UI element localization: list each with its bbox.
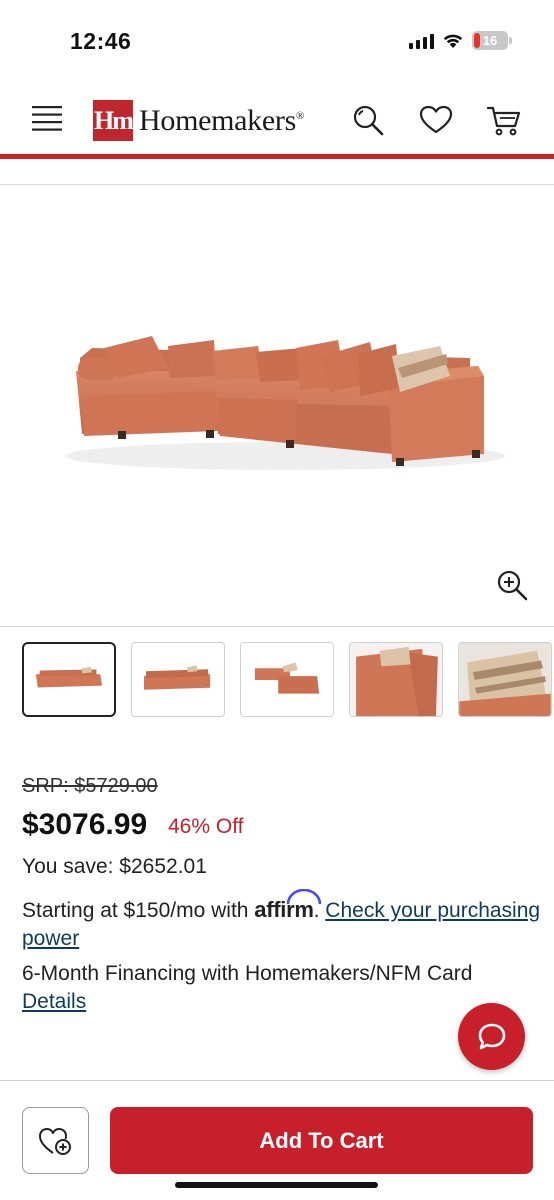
battery-level: 16 <box>482 33 498 48</box>
divider <box>0 184 554 185</box>
zoom-in-icon[interactable] <box>494 567 530 603</box>
cellular-signal-icon <box>409 33 434 49</box>
homemakers-logo[interactable]: Hm Homemakers® <box>93 100 304 141</box>
nfm-financing: 6-Month Financing with Homemakers/NFM Ca… <box>22 960 542 1016</box>
affirm-logo: affirm <box>254 889 322 922</box>
menu-icon[interactable] <box>30 104 64 134</box>
cart-icon[interactable] <box>484 100 524 140</box>
heart-plus-icon <box>38 1127 71 1155</box>
wifi-icon <box>443 34 463 48</box>
thumbnail-5[interactable] <box>458 642 552 717</box>
status-time: 12:46 <box>70 28 132 54</box>
chat-button[interactable] <box>458 1003 525 1070</box>
search-icon[interactable] <box>348 100 388 140</box>
divider <box>0 626 554 627</box>
home-indicator <box>175 1182 378 1188</box>
chat-bubble-icon <box>478 1023 505 1049</box>
product-main-image[interactable] <box>0 186 554 626</box>
logo-mark: Hm <box>93 100 134 141</box>
divider <box>0 1080 554 1081</box>
details-link[interactable]: Details <box>22 990 86 1013</box>
status-bar: 12:46 16 <box>0 0 554 84</box>
battery-icon: 16 <box>472 31 512 50</box>
discount-badge: 46% Off <box>168 815 244 838</box>
site-header: Hm Homemakers® <box>0 84 554 156</box>
add-to-wishlist-button[interactable] <box>22 1107 89 1174</box>
thumbnail-4[interactable] <box>349 642 443 717</box>
srp-price: SRP: $5729.00 <box>22 775 158 797</box>
financing-prefix: Starting at $150/mo with <box>22 899 255 922</box>
add-to-cart-button[interactable]: Add To Cart <box>110 1107 533 1174</box>
nfm-financing-text: 6-Month Financing with Homemakers/NFM Ca… <box>22 962 473 985</box>
status-icons: 16 <box>409 31 512 50</box>
thumbnail-2[interactable] <box>131 642 225 717</box>
sale-price: $3076.99 <box>22 808 148 841</box>
thumbnail-3[interactable] <box>240 642 334 717</box>
thumbnail-1[interactable] <box>22 642 116 717</box>
heart-icon[interactable] <box>416 100 456 140</box>
you-save-text: You save: $2652.01 <box>22 855 207 878</box>
header-accent-rule <box>0 154 554 159</box>
thumbnail-strip <box>22 642 552 717</box>
affirm-financing: Starting at $150/mo with affirm. Check y… <box>22 889 542 953</box>
logo-text: Homemakers® <box>139 103 305 137</box>
